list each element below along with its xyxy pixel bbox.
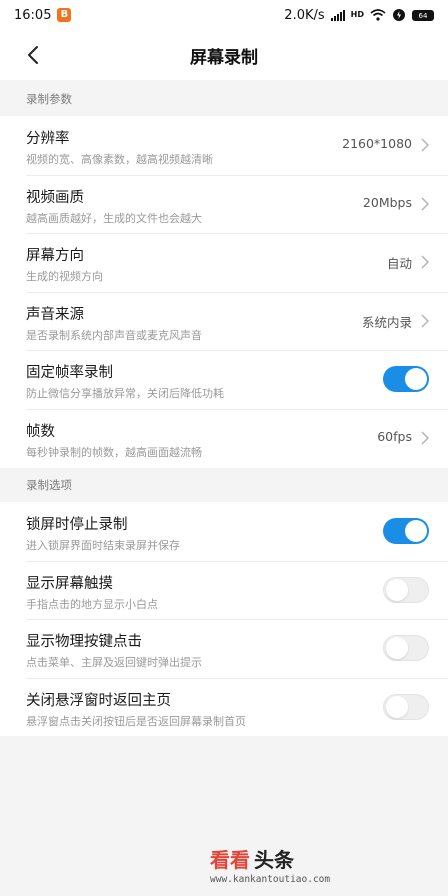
settings-card-record-options: 锁屏时停止录制 进入锁屏界面时结束录屏并保存 显示屏幕触摸 手指点击的地方显示小… <box>0 502 448 737</box>
setting-title: 显示物理按键点击 <box>26 634 142 651</box>
setting-subtitle: 进入锁屏界面时结束录屏并保存 <box>26 539 180 552</box>
setting-title: 声音来源 <box>26 306 84 323</box>
setting-value: 20Mbps <box>362 194 412 210</box>
toggle-knob <box>386 578 408 601</box>
toggle-knob <box>386 695 408 718</box>
toggle-knob <box>386 637 408 660</box>
watermark-part1: 看看 <box>210 848 250 872</box>
setting-title: 固定帧率录制 <box>26 365 113 382</box>
network-speed: 2.0K/s <box>284 7 325 23</box>
setting-subtitle: 点击菜单、主屏及返回键时弹出提示 <box>26 656 202 670</box>
settings-card-record-params: 分辨率 视频的宽、高像素数，越高视频越清晰 2160*1080 视频画质 越高画… <box>0 116 448 468</box>
chevron-right-icon <box>421 197 430 211</box>
setting-title: 显示屏幕触摸 <box>26 575 113 592</box>
setting-title: 帧数 <box>26 423 55 440</box>
setting-value: 系统内录 <box>361 314 412 330</box>
chevron-right-icon <box>421 138 430 152</box>
setting-subtitle: 悬浮窗点击关闭按钮后是否返回屏幕录制首页 <box>26 714 246 728</box>
alarm-icon <box>393 9 405 21</box>
setting-subtitle: 生成的视频方向 <box>26 270 103 284</box>
setting-title: 分辨率 <box>26 131 70 147</box>
show-key-presses-toggle[interactable] <box>383 635 429 662</box>
setting-row-orientation[interactable]: 屏幕方向 生成的视频方向 自动 <box>0 233 448 292</box>
setting-row-resolution[interactable]: 分辨率 视频的宽、高像素数，越高视频越清晰 2160*1080 <box>0 116 448 175</box>
watermark-logo: 看看 头条 www.kankantoutiao.com <box>210 844 330 885</box>
setting-row-fixed-framerate: 固定帧率录制 防止微信分享播放异常，关闭后降低功耗 <box>0 350 448 409</box>
setting-subtitle: 防止微信分享播放异常，关闭后降低功耗 <box>26 387 224 401</box>
stop-on-lock-toggle[interactable] <box>383 518 429 544</box>
section-label-record-options: 录制选项 <box>0 468 448 502</box>
setting-row-video-quality[interactable]: 视频画质 越高画质越好，生成的文件也会越大 20Mbps <box>0 174 448 234</box>
chevron-left-icon <box>28 46 38 64</box>
setting-value: 60fps <box>377 428 412 444</box>
setting-subtitle: 手指点击的地方显示小白点 <box>26 597 158 611</box>
setting-row-stop-on-lock: 锁屏时停止录制 进入锁屏界面时结束录屏并保存 <box>0 502 448 561</box>
notification-icon: B <box>57 8 72 22</box>
chevron-right-icon <box>421 431 430 445</box>
setting-title: 锁屏时停止录制 <box>26 517 128 533</box>
setting-row-show-key-presses: 显示物理按键点击 点击菜单、主屏及返回键时弹出提示 <box>0 619 448 678</box>
status-bar: 16:05 B 2.0K/s HD 64 <box>0 0 448 30</box>
setting-subtitle: 是否录制系统内部声音或麦克风声音 <box>26 328 202 342</box>
setting-title: 关闭悬浮窗时返回主页 <box>26 692 171 709</box>
section-label-record-params: 录制参数 <box>0 82 448 116</box>
return-home-toggle[interactable] <box>383 693 429 720</box>
status-time: 16:05 <box>14 7 52 23</box>
setting-row-framerate[interactable]: 帧数 每秒钟录制的帧数，越高画面越流畅 60fps <box>0 408 448 468</box>
setting-row-audio-source[interactable]: 声音来源 是否录制系统内部声音或麦克风声音 系统内录 <box>0 291 448 351</box>
setting-subtitle: 越高画质越好，生成的文件也会越大 <box>26 211 202 225</box>
signal-icon <box>330 9 345 21</box>
setting-subtitle: 每秒钟录制的帧数，越高画面越流畅 <box>26 445 202 459</box>
chevron-right-icon <box>421 255 430 269</box>
toggle-knob <box>405 368 427 391</box>
wifi-icon <box>370 9 386 21</box>
header-bar: 屏幕录制 <box>0 30 448 80</box>
setting-value: 自动 <box>386 256 412 272</box>
toggle-knob <box>405 520 427 542</box>
setting-title: 视频画质 <box>26 189 84 206</box>
watermark-part2: 头条 <box>254 848 294 872</box>
back-button[interactable] <box>18 38 48 72</box>
hd-signal-icon: HD <box>350 10 364 19</box>
setting-value: 2160*1080 <box>342 136 412 151</box>
setting-row-show-touches: 显示屏幕触摸 手指点击的地方显示小白点 <box>0 560 448 620</box>
page-title: 屏幕录制 <box>190 47 258 68</box>
battery-icon: 64 <box>412 9 434 21</box>
setting-row-return-home: 关闭悬浮窗时返回主页 悬浮窗点击关闭按钮后是否返回屏幕录制首页 <box>0 677 448 737</box>
show-touches-toggle[interactable] <box>383 576 429 603</box>
fixed-framerate-toggle[interactable] <box>383 366 429 393</box>
chevron-right-icon <box>421 314 430 328</box>
watermark-url: www.kankantoutiao.com <box>210 874 331 885</box>
setting-subtitle: 视频的宽、高像素数，越高视频越清晰 <box>26 153 213 166</box>
setting-title: 屏幕方向 <box>26 248 84 265</box>
